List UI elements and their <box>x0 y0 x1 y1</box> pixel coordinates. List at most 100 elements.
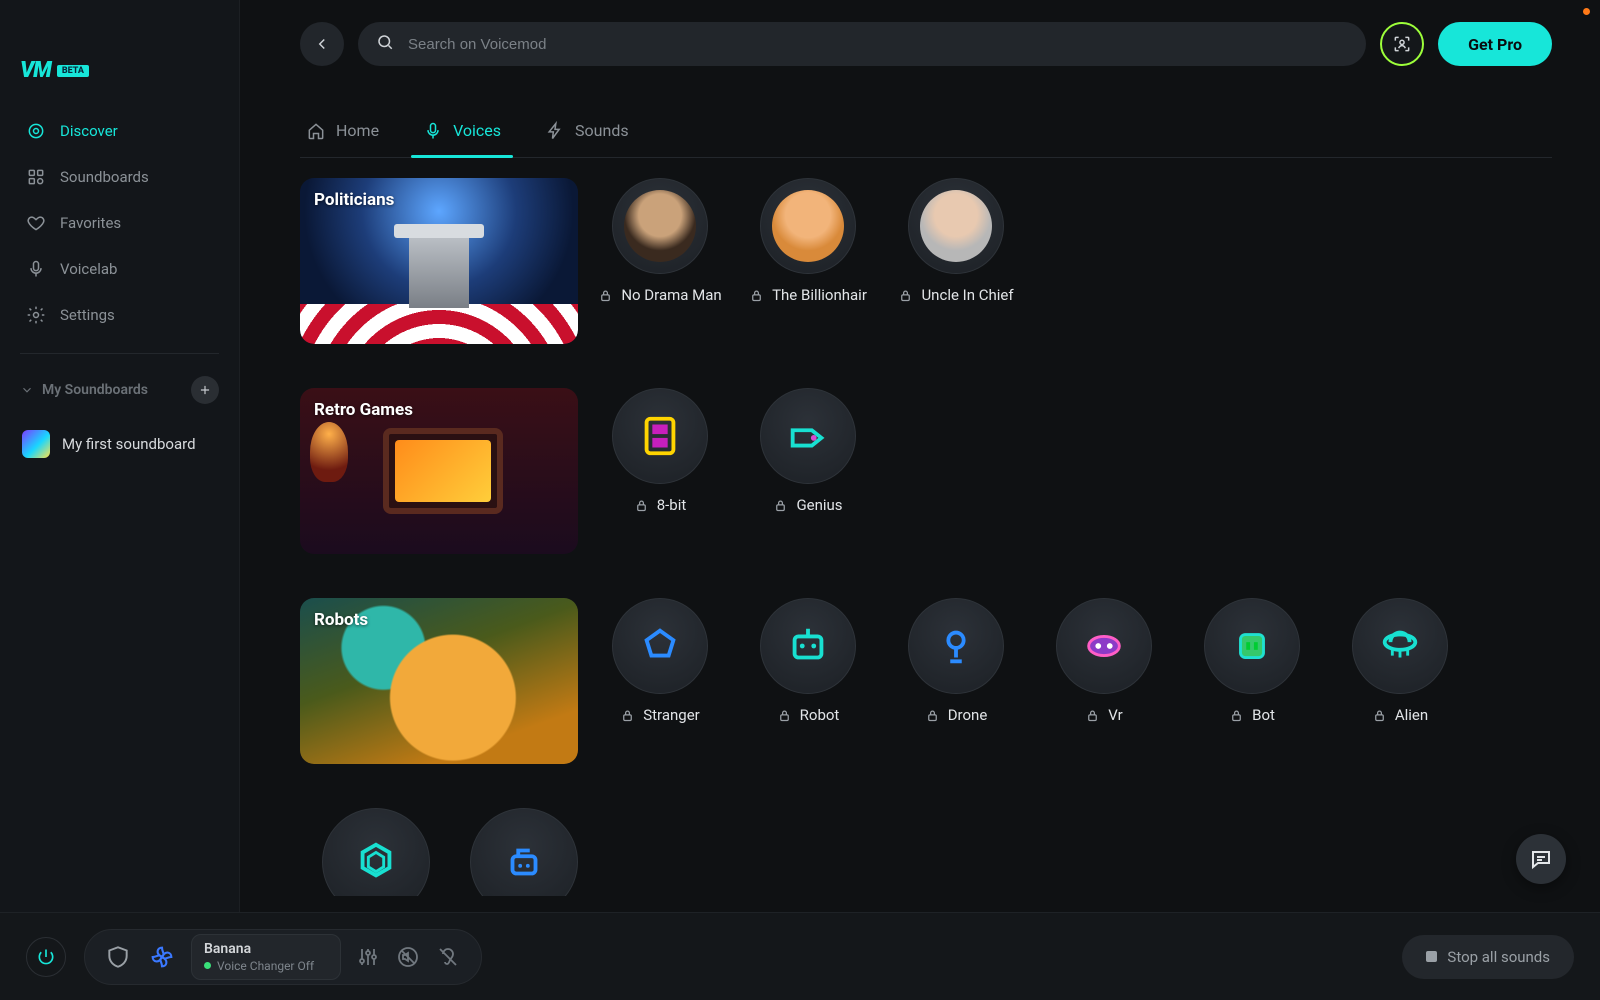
voice-name: The Billionhair <box>772 286 867 304</box>
voice-vr[interactable]: Vr <box>1048 598 1160 724</box>
nav-favorites[interactable]: Favorites <box>14 203 225 243</box>
category-card-robots[interactable]: Robots <box>300 598 578 764</box>
get-pro-button[interactable]: Get Pro <box>1438 22 1552 66</box>
tab-label: Home <box>336 121 379 140</box>
category-title: Robots <box>314 610 368 630</box>
nav-discover[interactable]: Discover <box>14 111 225 151</box>
genius-icon <box>785 413 831 459</box>
primary-nav: Discover Soundboards Favorites Voicelab … <box>14 111 225 335</box>
voice-name: 8-bit <box>657 496 687 514</box>
my-soundboards-title: My Soundboards <box>42 382 148 398</box>
nav-voicelab[interactable]: Voicelab <box>14 249 225 289</box>
tab-label: Sounds <box>575 121 629 140</box>
voice-name: No Drama Man <box>621 286 721 304</box>
nav-label: Favorites <box>60 214 121 232</box>
stop-all-sounds-button[interactable]: Stop all sounds <box>1402 935 1574 979</box>
voice-genius[interactable]: Genius <box>752 388 864 514</box>
logo-beta-badge: BETA <box>57 65 89 77</box>
content-tabs: Home Voices Sounds <box>300 104 1552 158</box>
search-bar[interactable] <box>358 22 1366 66</box>
nav-label: Settings <box>60 306 115 324</box>
face-icon <box>624 190 696 262</box>
voice-no-drama-man[interactable]: No Drama Man <box>604 178 716 304</box>
voice-bot[interactable]: Bot <box>1196 598 1308 724</box>
lock-icon <box>1372 708 1387 723</box>
search-input[interactable] <box>406 35 1348 54</box>
overflow-voices <box>320 808 1576 896</box>
back-button[interactable] <box>300 22 344 66</box>
voice-uncle-in-chief[interactable]: Uncle In Chief <box>900 178 1012 304</box>
my-soundboards-header[interactable]: My Soundboards <box>14 372 225 408</box>
hear-self-icon[interactable] <box>435 944 461 970</box>
nav-label: Soundboards <box>60 168 149 186</box>
voice-the-billionhair[interactable]: The Billionhair <box>752 178 864 304</box>
vr-icon <box>1081 623 1127 669</box>
add-soundboard-button[interactable] <box>191 376 219 404</box>
lock-icon <box>598 288 613 303</box>
chevron-down-icon <box>20 383 34 397</box>
voice-extra-2[interactable] <box>468 808 580 896</box>
fan-icon[interactable] <box>147 942 177 972</box>
grid-icon <box>26 167 46 187</box>
voice-name: Bot <box>1252 706 1275 724</box>
soundboard-item[interactable]: My first soundboard <box>14 420 225 468</box>
face-icon <box>920 190 992 262</box>
search-icon <box>376 33 394 55</box>
face-scan-button[interactable] <box>1380 22 1424 66</box>
get-pro-label: Get Pro <box>1468 35 1522 54</box>
voice-drone[interactable]: Drone <box>900 598 1012 724</box>
tab-label: Voices <box>453 121 501 140</box>
tab-sounds[interactable]: Sounds <box>539 104 635 157</box>
mic-icon <box>26 259 46 279</box>
voice-name: Robot <box>800 706 840 724</box>
status-dot <box>204 962 211 969</box>
lock-icon <box>898 288 913 303</box>
stranger-icon <box>637 623 683 669</box>
nav-soundboards[interactable]: Soundboards <box>14 157 225 197</box>
voice-list: No Drama Man The Billionhair Uncle In Ch… <box>604 178 1012 304</box>
bot2-icon <box>501 839 547 885</box>
voice-8bit[interactable]: 8-bit <box>604 388 716 514</box>
tab-voices[interactable]: Voices <box>417 104 507 157</box>
nav-settings[interactable]: Settings <box>14 295 225 335</box>
bot-icon <box>1229 623 1275 669</box>
category-card-retro[interactable]: Retro Games <box>300 388 578 554</box>
lock-icon <box>620 708 635 723</box>
mute-icon[interactable] <box>395 944 421 970</box>
recording-indicator <box>1583 8 1590 15</box>
lock-icon <box>634 498 649 513</box>
voice-name: Stranger <box>643 706 700 724</box>
target-icon <box>26 121 46 141</box>
chat-button[interactable] <box>1516 834 1566 884</box>
soundboard-label: My first soundboard <box>62 435 196 453</box>
status-text: Voice Changer Off <box>217 959 314 973</box>
lock-icon <box>777 708 792 723</box>
voice-name: Drone <box>948 706 988 724</box>
robot-icon <box>785 623 831 669</box>
lock-icon <box>1085 708 1100 723</box>
sliders-icon[interactable] <box>355 944 381 970</box>
lock-icon <box>1229 708 1244 723</box>
power-button[interactable] <box>26 937 66 977</box>
soundboard-thumb <box>22 430 50 458</box>
shield-icon[interactable] <box>103 942 133 972</box>
voice-name: Alien <box>1395 706 1428 724</box>
category-title: Retro Games <box>314 400 413 420</box>
lock-icon <box>749 288 764 303</box>
drone-icon <box>933 623 979 669</box>
8bit-icon <box>637 413 683 459</box>
voice-robot[interactable]: Robot <box>752 598 864 724</box>
lock-icon <box>925 708 940 723</box>
sidebar: VM BETA Discover Soundboards Favorites <box>0 0 240 1000</box>
voice-alien[interactable]: Alien <box>1344 598 1456 724</box>
face-icon <box>772 190 844 262</box>
category-card-politicians[interactable]: Politicians <box>300 178 578 344</box>
voice-name: Uncle In Chief <box>921 286 1013 304</box>
voice-extra-1[interactable] <box>320 808 432 896</box>
voice-status[interactable]: Banana Voice Changer Off <box>191 934 341 980</box>
lock-icon <box>773 498 788 513</box>
tab-home[interactable]: Home <box>300 104 385 157</box>
header: Get Pro <box>240 0 1600 88</box>
voice-stranger[interactable]: Stranger <box>604 598 716 724</box>
sidebar-divider <box>20 353 219 354</box>
